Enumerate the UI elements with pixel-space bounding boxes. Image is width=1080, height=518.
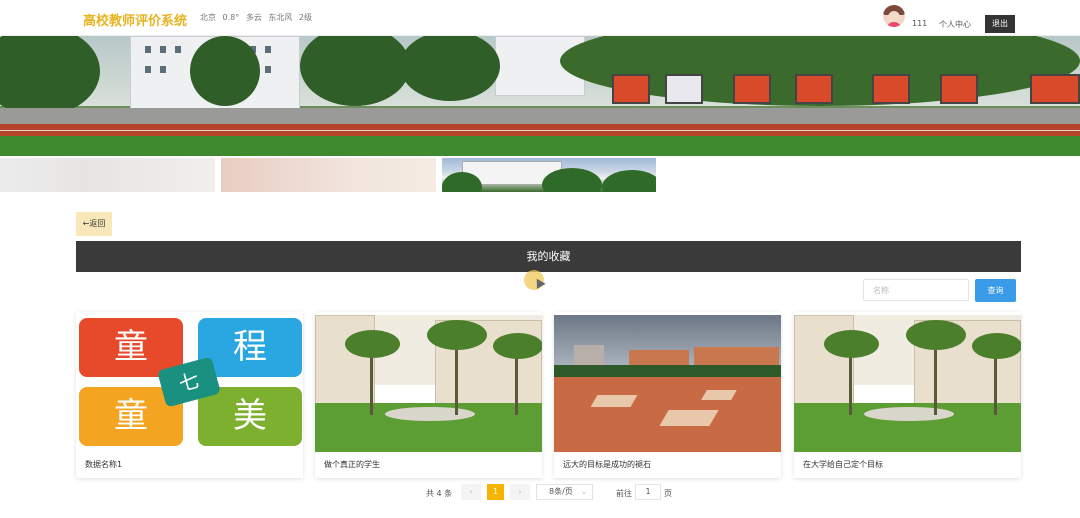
pagination-total: 共 4 条 [426, 489, 453, 498]
carousel-thumb-1[interactable] [0, 158, 215, 192]
pagination-next-button[interactable]: › [510, 484, 530, 500]
palm-fronds [427, 320, 487, 350]
top-header: 高校教师评价系统 北京 0.8° 多云 东北风 2级 111 个人中心 退出 [0, 0, 1080, 36]
card-image[interactable] [315, 315, 542, 452]
banner-billboard [612, 74, 650, 104]
goto-unit-label: 页 [664, 489, 672, 498]
plaza-tile [659, 410, 719, 426]
banner-billboard [665, 74, 703, 104]
banner-window [265, 66, 271, 73]
page: 高校教师评价系统 北京 0.8° 多云 东北风 2级 111 个人中心 退出 ←… [0, 0, 1080, 518]
palm-fronds [824, 330, 879, 358]
plaza-tile [590, 395, 638, 407]
logo-tile: 美 [198, 387, 302, 446]
banner-window [160, 66, 166, 73]
favorite-card[interactable]: 做个真正的学生 [315, 312, 542, 478]
banner-track-line [0, 130, 1080, 131]
card-image[interactable]: 童 程 童 美 七 [76, 315, 303, 452]
site-title[interactable]: 高校教师评价系统 [83, 10, 187, 29]
favorite-card[interactable]: 在大学给自己定个目标 [794, 312, 1021, 478]
thumb-tree [542, 168, 602, 192]
banner-billboard [795, 74, 833, 104]
weather-temp: 0.8° [222, 13, 240, 22]
thumb-tree [602, 170, 656, 192]
banner-billboard [733, 74, 771, 104]
pagination-prev-button[interactable]: ‹ [461, 484, 481, 500]
card-image[interactable] [554, 315, 781, 452]
palm-fronds [906, 320, 966, 350]
username: 111 [912, 19, 928, 28]
avatar[interactable] [883, 5, 905, 27]
card-title[interactable]: 在大学给自己定个目标 [803, 459, 883, 470]
pagination-page-1[interactable]: 1 [487, 484, 504, 500]
goto-page-input[interactable]: 1 [635, 484, 661, 500]
card-title[interactable]: 做个真正的学生 [324, 459, 380, 470]
favorite-card[interactable]: 远大的目标是成功的褪石 [554, 312, 781, 478]
logout-button[interactable]: 退出 [985, 15, 1015, 33]
weather-level: 2级 [298, 13, 313, 22]
banner-grass [0, 136, 1080, 156]
banner-window [265, 46, 271, 53]
carousel-thumb-3[interactable] [442, 158, 656, 192]
banner-window [175, 46, 181, 53]
courtyard-path [385, 407, 475, 421]
page-size-value: 8条/页 [549, 487, 573, 496]
search-button[interactable]: 查询 [975, 279, 1016, 302]
courtyard-building [315, 315, 375, 405]
plaza-tile [701, 390, 737, 400]
courtyard-path [864, 407, 954, 421]
profile-link[interactable]: 个人中心 [939, 19, 971, 30]
banner-tree [190, 36, 260, 106]
palm-fronds [972, 333, 1021, 359]
weather-info: 北京 0.8° 多云 东北风 2级 [200, 12, 316, 23]
palm-fronds [345, 330, 400, 358]
banner-window [160, 46, 166, 53]
banner-window [145, 66, 151, 73]
banner-billboard [1030, 74, 1080, 104]
courtyard-building [794, 315, 854, 405]
page-size-select[interactable]: 8条/页 ⌄ [536, 484, 593, 500]
card-title[interactable]: 数据名称1 [85, 459, 122, 470]
weather-city: 北京 [200, 13, 216, 22]
weather-wind: 东北风 [268, 13, 293, 22]
section-title: 我的收藏 [76, 241, 1021, 272]
card-image[interactable] [794, 315, 1021, 452]
banner-window [145, 46, 151, 53]
search-input[interactable] [863, 279, 969, 301]
banner-billboard [940, 74, 978, 104]
palm-fronds [493, 333, 542, 359]
chevron-down-icon: ⌄ [581, 488, 587, 496]
banner-image [0, 36, 1080, 156]
weather-condition: 多云 [245, 13, 262, 22]
carousel-thumb-2[interactable] [221, 158, 436, 192]
banner-billboard [872, 74, 910, 104]
avatar-shirt [886, 22, 902, 27]
favorite-card[interactable]: 童 程 童 美 七 数据名称1 [76, 312, 303, 478]
goto-label: 前往 [616, 489, 632, 498]
back-button[interactable]: ←返回 [76, 212, 112, 236]
card-title[interactable]: 远大的目标是成功的褪石 [563, 459, 651, 470]
